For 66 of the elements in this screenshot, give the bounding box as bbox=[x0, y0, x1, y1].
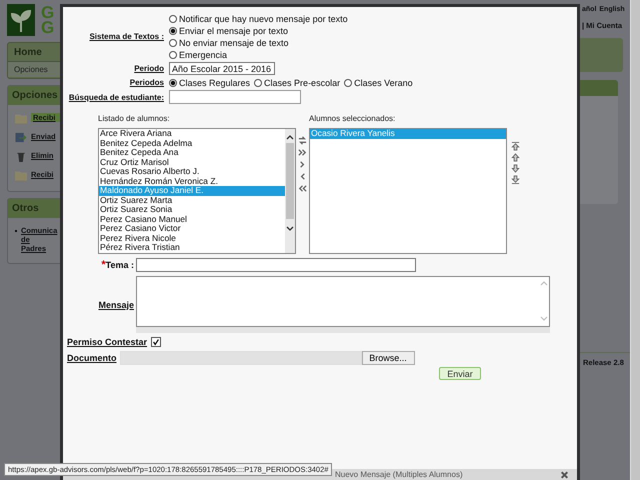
field-label: Sistema de Textos : bbox=[88, 32, 164, 41]
double-chevron-right-icon[interactable] bbox=[298, 148, 307, 157]
list-scrollbar[interactable] bbox=[285, 129, 295, 253]
page-scrollbar[interactable] bbox=[630, 0, 640, 480]
radio-label[interactable]: Clases Verano bbox=[354, 78, 413, 88]
reply-checkbox[interactable] bbox=[151, 337, 162, 347]
arrow-up-icon[interactable] bbox=[511, 153, 520, 162]
trash-icon bbox=[15, 151, 27, 162]
chevron-right-icon[interactable] bbox=[298, 160, 307, 169]
radio-button[interactable] bbox=[344, 78, 352, 86]
list-heading: Alumnos seleccionados: bbox=[309, 114, 396, 123]
move-bottom-icon[interactable] bbox=[511, 175, 520, 184]
list-heading: Listado de alumnos: bbox=[98, 114, 171, 123]
move-top-icon[interactable] bbox=[511, 142, 520, 151]
list-item[interactable]: Perez Casiano Victor bbox=[99, 224, 285, 234]
field-label: Periodos bbox=[128, 78, 164, 87]
chevron-left-icon[interactable] bbox=[298, 172, 307, 181]
field-label: Periodo bbox=[133, 64, 164, 73]
dialog-title: Nuevo Mensaje (Multiples Alumnos) bbox=[335, 470, 463, 480]
radio-button[interactable] bbox=[169, 78, 177, 86]
radio-button[interactable] bbox=[169, 50, 177, 58]
list-item[interactable]: Benitez Cepeda Adelma bbox=[99, 138, 285, 148]
arrow-down-icon[interactable] bbox=[511, 164, 520, 173]
logo-letter: G bbox=[41, 20, 54, 35]
scroll-up-icon[interactable] bbox=[285, 133, 295, 141]
radio-button[interactable] bbox=[169, 38, 177, 46]
period-dropdown[interactable]: Año Escolar 2015 - 2016 bbox=[169, 62, 275, 75]
field-label: Tema : bbox=[106, 260, 134, 270]
field-label: Permiso Contestar bbox=[67, 337, 148, 347]
required-mark: * bbox=[101, 259, 106, 271]
message-textarea[interactable] bbox=[136, 276, 550, 327]
list-item[interactable]: Hernández Román Veronica Z. bbox=[99, 176, 285, 186]
radio-label[interactable]: Clases Regulares bbox=[179, 78, 250, 88]
field-label: Mensaje bbox=[97, 300, 134, 310]
radio-button[interactable] bbox=[169, 14, 177, 22]
logo-letter: G bbox=[41, 5, 54, 20]
list-item[interactable]: Cuevas Rosario Alberto J. bbox=[99, 167, 285, 176]
scroll-down-icon[interactable] bbox=[285, 225, 295, 233]
browse-button[interactable]: Browse... bbox=[362, 351, 414, 365]
resize-handle[interactable] bbox=[136, 327, 550, 333]
close-icon[interactable] bbox=[560, 470, 569, 478]
subject-field[interactable] bbox=[136, 258, 416, 272]
radio-label[interactable]: Emergencia bbox=[179, 50, 228, 60]
radio-label[interactable]: No enviar mensaje de texto bbox=[179, 38, 289, 48]
radio-button[interactable] bbox=[254, 78, 262, 86]
list-item[interactable]: Perez Casiano Manuel bbox=[99, 214, 285, 224]
student-listbox[interactable] bbox=[98, 128, 296, 254]
list-item[interactable]: Perez Rivera Nicole bbox=[99, 234, 285, 243]
radio-label[interactable]: Notificar que hay nuevo mensaje por texto bbox=[179, 14, 348, 24]
student-search-field[interactable] bbox=[169, 90, 301, 104]
radio-label[interactable]: Clases Pre-escolar bbox=[264, 78, 340, 88]
list-item[interactable]: Pérez Rivera Tristian bbox=[99, 243, 285, 252]
logo-icon bbox=[7, 4, 35, 36]
swap-icon[interactable] bbox=[298, 136, 307, 145]
file-path-field[interactable] bbox=[120, 351, 362, 365]
list-item[interactable]: Ortiz Suarez Sonia bbox=[99, 205, 285, 214]
list-item[interactable]: Ortiz Suarez Marta bbox=[99, 196, 285, 205]
list-item[interactable]: Benitez Cepeda Ana bbox=[99, 148, 285, 158]
list-item[interactable]: Arce Rivera Ariana bbox=[99, 129, 285, 138]
field-label: Documento bbox=[67, 353, 116, 363]
nav-panel bbox=[580, 38, 623, 72]
send-button[interactable]: Enviar bbox=[439, 367, 481, 380]
radio-button[interactable] bbox=[169, 26, 177, 34]
radio-label[interactable]: Enviar el mensaje por texto bbox=[179, 26, 288, 36]
list-item[interactable]: Cruz Ortiz Marisol bbox=[99, 158, 285, 167]
double-chevron-left-icon[interactable] bbox=[298, 184, 307, 193]
